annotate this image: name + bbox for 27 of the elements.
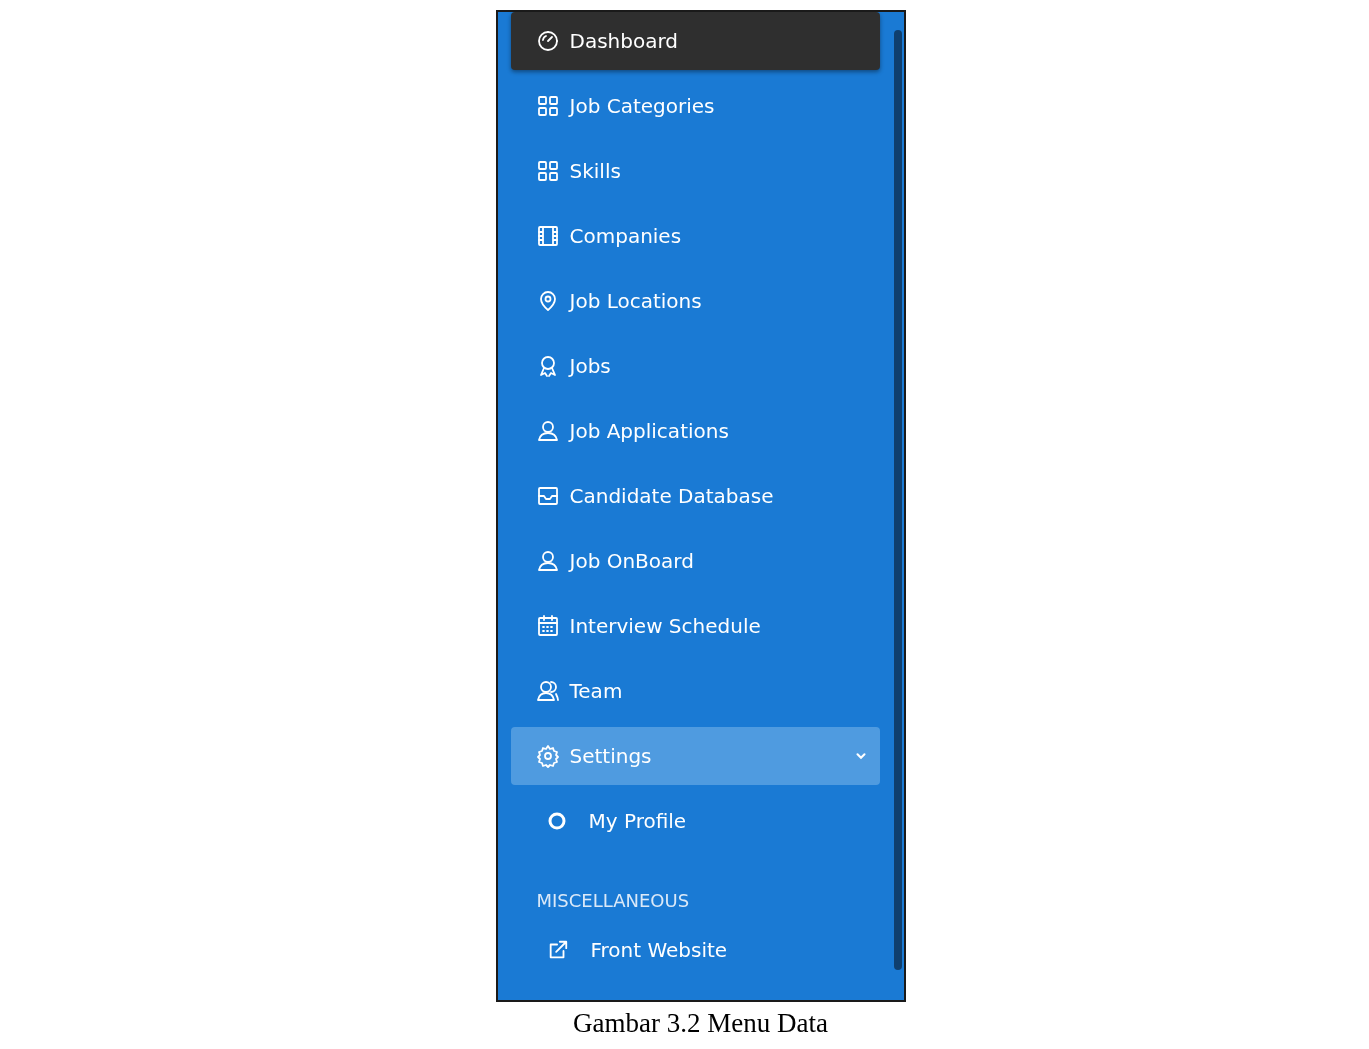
menu-item[interactable]: Settings (510, 727, 880, 785)
gear-icon (535, 744, 560, 768)
grid-icon (535, 94, 560, 118)
grid-icon (535, 159, 560, 183)
menu-item[interactable]: Dashboard (510, 12, 880, 70)
circle-icon (546, 811, 567, 831)
menu-item[interactable]: Job Categories (510, 77, 880, 135)
menu-item[interactable]: Candidate Database (510, 467, 880, 525)
menu-item[interactable]: Skills (510, 142, 880, 200)
menu-item[interactable]: Front Website (510, 921, 880, 979)
menu-item[interactable]: Job Locations (510, 272, 880, 330)
user-icon (535, 419, 560, 443)
inbox-icon (535, 484, 560, 508)
menu-item[interactable]: Job OnBoard (510, 532, 880, 590)
film-icon (535, 224, 560, 248)
section-heading: MISCELLANEOUS (536, 890, 691, 911)
menu-item[interactable]: Team (510, 662, 880, 720)
gauge-icon (535, 29, 560, 53)
menu-item[interactable]: Companies (510, 207, 880, 265)
user-icon (535, 549, 560, 573)
figure-caption: Gambar 3.2 Menu Data (573, 1008, 828, 1039)
calendar-icon (535, 614, 560, 638)
menu-item[interactable]: Jobs (510, 337, 880, 395)
users-icon (535, 679, 560, 703)
menu-item[interactable]: Job Applications (510, 402, 880, 460)
menu-item[interactable]: Interview Schedule (510, 597, 880, 655)
submenu-item[interactable]: My Profile (510, 792, 880, 850)
